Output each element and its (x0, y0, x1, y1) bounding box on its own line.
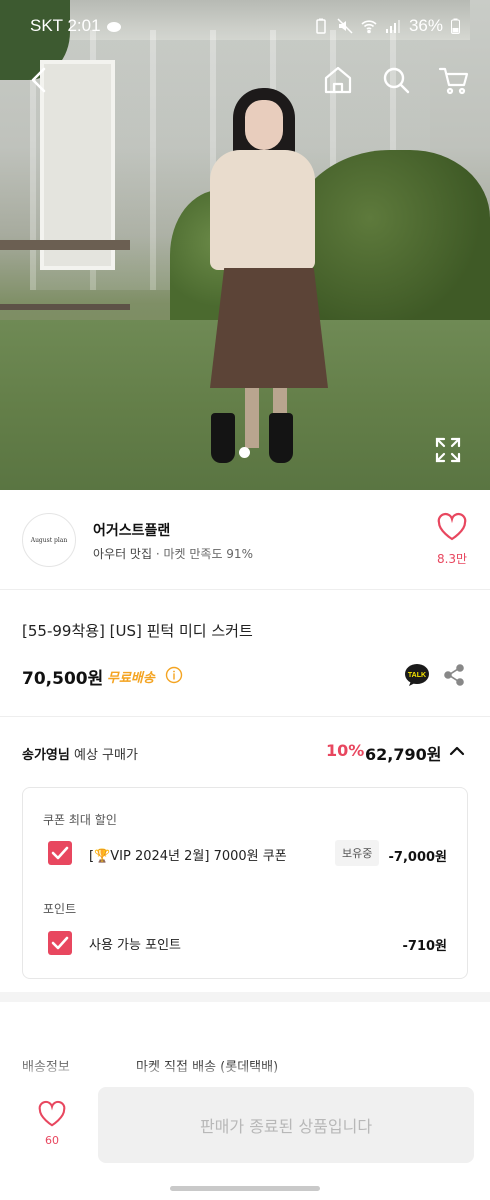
point-checkbox[interactable] (48, 931, 72, 955)
kakao-talk-label: TALK (408, 672, 426, 679)
seller-name[interactable]: 어거스트플랜 (93, 520, 170, 540)
model-boot (211, 413, 235, 463)
wifi-icon (361, 18, 377, 34)
model-face (245, 100, 283, 150)
battery-saver-icon (313, 18, 329, 34)
coupon-amount: -7,000원 (388, 850, 447, 865)
status-bar: SKT 2:01 36% (0, 0, 490, 54)
coupon-owned-badge: 보유중 (335, 840, 380, 866)
seller-logo[interactable]: August plan (22, 513, 76, 567)
coupon-name: [🏆VIP 2024년 2월] 7000원 쿠폰 (89, 849, 287, 864)
gallery-pagination (239, 447, 250, 458)
cloud-icon (106, 18, 122, 34)
status-right-group: 36% (313, 16, 460, 36)
seller-satisfaction: · 마켓 만족도 91% (155, 547, 253, 561)
share-icon[interactable] (443, 664, 465, 686)
seller-category: 아우터 맛집 (93, 547, 153, 561)
model-cardigan (210, 150, 315, 270)
heart-icon (38, 1100, 66, 1127)
home-icon[interactable] (320, 62, 356, 98)
cart-icon[interactable] (436, 62, 472, 98)
battery-percent: 36% (408, 16, 443, 35)
battery-icon (451, 18, 460, 34)
expected-price-header: 송가영님 예상 구매가 (22, 744, 138, 763)
check-icon (51, 936, 69, 950)
free-shipping-label: 무료배송 (107, 671, 155, 686)
bottom-action-bar: 60 판매가 종료된 상품입니다 (0, 1076, 490, 1200)
fullscreen-icon[interactable] (434, 436, 462, 464)
model-figure (205, 88, 330, 473)
kakao-talk-icon[interactable]: TALK (404, 663, 430, 687)
point-name: 사용 가능 포인트 (89, 938, 181, 953)
product-like-count: 60 (45, 1134, 59, 1147)
product-info: [55-99착용] [US] 핀턱 미디 스커트 70,500원 무료배송 TA… (0, 590, 490, 717)
check-icon (51, 846, 69, 860)
discount-percent: 10% (326, 741, 365, 760)
discount-breakdown-box: 쿠폰 최대 할인 [🏆VIP 2024년 2월] 7000원 쿠폰 보유중 -7… (22, 787, 468, 979)
user-name: 송가영님 (22, 748, 70, 763)
heart-icon (437, 512, 467, 541)
seller-like-button[interactable]: 8.3만 (430, 512, 474, 567)
seller-logo-text: August plan (30, 536, 68, 544)
product-title: [55-99착용] [US] 핀턱 미디 스커트 (22, 622, 253, 640)
point-section-label: 포인트 (43, 902, 77, 916)
status-time: SKT 2:01 (30, 16, 101, 35)
garden-bench (0, 240, 130, 310)
search-icon[interactable] (378, 62, 414, 98)
info-icon[interactable] (165, 666, 183, 684)
expected-price-section: 송가영님 예상 구매가 10% 62,790원 쿠폰 최대 할인 [🏆VIP 2… (0, 717, 490, 1002)
shipping-info-value: 마켓 직접 배송 (롯데택배) (136, 1060, 279, 1075)
top-navigation (0, 58, 490, 102)
point-amount: -710원 (402, 939, 448, 954)
chevron-up-icon[interactable] (446, 740, 468, 762)
expected-price-label: 예상 구매가 (73, 748, 138, 763)
back-arrow-icon[interactable] (22, 62, 58, 98)
home-indicator[interactable] (170, 1186, 320, 1191)
seller-section[interactable]: August plan 어거스트플랜 아우터 맛집 · 마켓 만족도 91% 8… (0, 490, 490, 590)
expected-price-value: 62,790원 (365, 745, 442, 764)
mute-icon (337, 18, 353, 34)
model-skirt (210, 268, 328, 388)
shipping-info-label: 배송정보 (22, 1060, 70, 1075)
coupon-checkbox[interactable] (48, 841, 72, 865)
model-leg (245, 388, 259, 448)
product-price: 70,500원 (22, 669, 104, 689)
signal-icon (385, 18, 401, 34)
seller-meta: 아우터 맛집 · 마켓 만족도 91% (93, 545, 253, 562)
coupon-section-label: 쿠폰 최대 할인 (43, 813, 117, 827)
product-like-button[interactable]: 60 (34, 1100, 70, 1147)
seller-like-count: 8.3만 (436, 552, 468, 566)
sold-out-button[interactable]: 판매가 종료된 상품입니다 (98, 1087, 474, 1163)
model-boot (269, 413, 293, 463)
pagination-dot-active (239, 447, 250, 458)
